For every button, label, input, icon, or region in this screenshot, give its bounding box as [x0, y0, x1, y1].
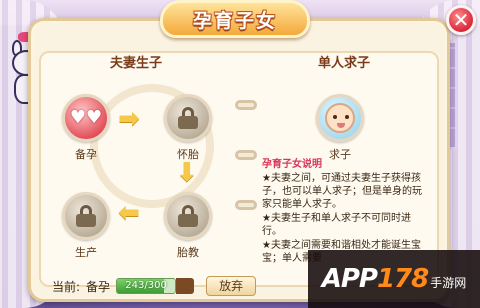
watermark-suffix: 手游网	[430, 275, 467, 290]
stage-label: 胎教	[177, 246, 199, 259]
binder-ring	[235, 100, 257, 110]
arrow-icon: ➡	[118, 104, 140, 134]
single-section-title: 单人求子	[318, 56, 371, 71]
stage-education[interactable]: 胎教	[160, 192, 216, 260]
description-line: ★夫妻之间，可通过夫妻生子获得孩子，也可以单人求子；但是单身的玩家只能单人求子。	[262, 173, 422, 210]
lock-icon	[76, 205, 96, 227]
arrow-icon: ⬅	[118, 198, 140, 228]
current-stage: 备孕	[86, 279, 111, 294]
description-title: 孕育子女说明	[262, 159, 322, 170]
lock-icon	[178, 107, 198, 129]
watermark-number: 178	[376, 264, 429, 294]
close-icon: ✕	[452, 8, 470, 32]
progress-bar: 243/300	[116, 278, 177, 294]
status-bar: 当前: 备孕 243/300 放弃	[52, 276, 257, 296]
lock-icon	[178, 205, 198, 227]
single-option-icon	[316, 94, 364, 142]
arrow-icon: ⬇	[176, 158, 198, 188]
watermark-brand: APP	[321, 264, 378, 294]
stage-education-icon	[164, 192, 212, 240]
binder-ring	[235, 150, 257, 160]
binder-ring	[235, 200, 257, 210]
progress-text: 243/300	[125, 280, 167, 291]
stage-label: 生产	[75, 246, 97, 259]
couple-section-title: 夫妻生子	[110, 56, 163, 71]
progress-bar-end	[176, 278, 195, 294]
stage-pregnancy-icon	[164, 94, 212, 142]
single-option[interactable]: 求子	[312, 94, 368, 162]
close-button[interactable]: ✕	[446, 5, 476, 35]
stage-prepare[interactable]: ♥♥ 备孕	[58, 94, 114, 162]
stage-pregnancy[interactable]: 怀胎	[160, 94, 216, 162]
give-up-button[interactable]: 放弃	[206, 276, 257, 296]
stage-birth-icon	[62, 192, 110, 240]
stage-birth[interactable]: 生产	[58, 192, 114, 260]
stage-label: 备孕	[75, 148, 97, 161]
window-title-plate: 孕育子女	[160, 0, 310, 38]
baby-icon	[325, 103, 355, 133]
current-label: 当前:	[52, 279, 81, 294]
stage-prepare-icon: ♥♥	[62, 94, 110, 142]
watermark: APP178 手游网	[308, 250, 480, 308]
hearts-icon: ♥♥	[69, 107, 103, 128]
window-title: 孕育子女	[192, 9, 277, 32]
description-line: ★夫妻生子和单人求子不可同时进行。	[262, 213, 411, 237]
